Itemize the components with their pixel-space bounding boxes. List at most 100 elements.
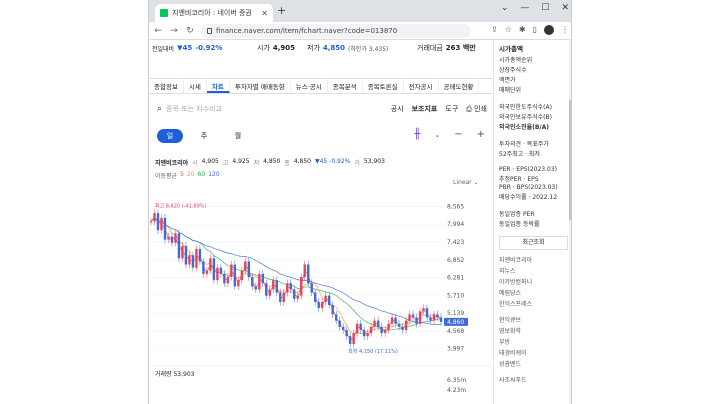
recent-item[interactable]: 태경비케이 xyxy=(494,347,571,358)
candle-body xyxy=(327,295,331,306)
tab-title: 지엔비코리아 : 네이버 증권 xyxy=(172,9,252,17)
candle-body xyxy=(195,248,198,268)
subnav-item[interactable]: 종목분석 xyxy=(328,79,363,93)
info-row: 외국인한도주식수(A) xyxy=(499,104,552,111)
subnav-item[interactable]: 시세 xyxy=(184,79,207,93)
subnav-item[interactable]: 뉴스·공시 xyxy=(291,79,328,93)
recent-item[interactable]: 현익큐브 xyxy=(494,314,571,325)
low-box: 저가 4,850 (하한가 3,435) xyxy=(307,43,417,53)
candle-body xyxy=(205,270,209,274)
y-tick-label: 6,852 xyxy=(447,257,464,264)
recent-item[interactable]: 부방 xyxy=(494,336,571,347)
period-row: 일 주 월 ╫ ⌄ − + xyxy=(149,128,493,144)
candle-body xyxy=(359,323,362,330)
recent-item[interactable]: 지엔비코리아 xyxy=(494,254,571,265)
close-tab-icon[interactable]: ✕ xyxy=(261,9,268,18)
recent-item[interactable]: 지누스 xyxy=(494,265,571,276)
ma-20: 20 xyxy=(186,171,195,178)
compare-search[interactable]: ⌕ 종목 또는 지수비교 xyxy=(157,104,391,114)
recent-item[interactable]: 아가방컴퍼니 xyxy=(494,276,571,287)
subnav-item[interactable]: 전자공시 xyxy=(404,79,439,93)
tool-indicators[interactable]: 보조지표 xyxy=(412,104,438,114)
candle-body xyxy=(181,245,184,259)
subnav-item[interactable]: 종합정보 xyxy=(149,79,184,93)
browser-tab[interactable]: 지엔비코리아 : 네이버 증권 ✕ xyxy=(155,4,273,22)
window-controls: ⌄ — ☐ ✕ xyxy=(501,3,569,13)
chevron-down-icon[interactable]: ⌄ xyxy=(434,131,440,139)
maximize-icon[interactable]: ☐ xyxy=(541,3,549,13)
profile-avatar[interactable] xyxy=(544,25,554,35)
sector-section: 동일업종 PER 동일업종 등락률 xyxy=(494,205,571,232)
candle-body xyxy=(300,277,303,296)
subnav-item[interactable]: 공매도현황 xyxy=(439,79,480,93)
period-week[interactable]: 주 xyxy=(191,129,217,143)
page-content: 전일대비 ▼45 -0.92% 시가 4,905 저가 4,850 (하한가 3… xyxy=(149,40,571,404)
sidebar-icon[interactable]: ▯ xyxy=(533,25,537,35)
scrollbar[interactable] xyxy=(569,40,571,404)
tool-drawing[interactable]: 도구 xyxy=(445,104,458,114)
candle-body xyxy=(251,277,254,287)
recent-title: 최근조회 xyxy=(499,236,568,250)
volume-tick-label: 6.35m xyxy=(447,377,466,384)
candle-body xyxy=(314,292,317,302)
scale-select[interactable]: Linear ⌄ xyxy=(453,179,479,186)
extensions-icon[interactable]: ✱ xyxy=(519,25,526,35)
bookmark-star-icon[interactable]: ☆ xyxy=(505,25,512,35)
low-limit: (하한가 3,435) xyxy=(348,45,389,53)
candle-body xyxy=(397,323,401,327)
foreign-section: 외국인한도주식수(A) 외국인보유주식수(B) 외국인소진율(B/A) xyxy=(494,98,571,135)
candle-body xyxy=(401,326,404,330)
menu-icon[interactable]: ⋮ xyxy=(561,25,569,35)
forward-icon[interactable]: → xyxy=(169,26,179,36)
share-icon[interactable]: ⇪ xyxy=(491,25,498,35)
subnav-item[interactable]: 투자자별 매매동향 xyxy=(230,79,291,93)
address-bar[interactable]: finance.naver.com/item/fchart.naver?code… xyxy=(201,24,471,38)
period-month[interactable]: 월 xyxy=(225,129,251,143)
candle-body xyxy=(265,283,268,296)
candle-body xyxy=(380,326,383,334)
search-input[interactable]: 종목 또는 지수비교 xyxy=(166,104,222,114)
candle-body xyxy=(321,301,324,309)
candle-body xyxy=(425,308,429,318)
candle-body xyxy=(156,213,160,231)
open-box: 시가 4,905 xyxy=(257,43,307,53)
price-chart[interactable]: 8,565 7,994 7,423 6,852 6,281 5,710 5,139 4,568… xyxy=(149,190,493,404)
recent-item[interactable]: 사조씨푸드 xyxy=(494,374,571,385)
back-icon[interactable]: ← xyxy=(153,26,163,36)
tool-disclosure[interactable]: 공시 xyxy=(391,104,404,114)
info-row: 투자의견 · 목표주가 xyxy=(499,141,549,148)
candle-body xyxy=(153,213,156,222)
period-day[interactable]: 일 xyxy=(157,129,183,143)
recent-item[interactable]: 한익스프레스 xyxy=(494,298,571,309)
info-row: PER · EPS(2023.03) xyxy=(499,166,558,173)
toolbar-icons: ⇪ ☆ ✱ ▯ ⋮ xyxy=(491,25,569,35)
recent-item[interactable]: 예림당스 xyxy=(494,287,571,298)
scrollbar-thumb[interactable] xyxy=(569,100,571,220)
print-button[interactable]: ⎙ 인쇄 xyxy=(466,104,487,114)
subnav-item[interactable]: 차트 xyxy=(206,79,230,93)
zoom-in-icon[interactable]: + xyxy=(477,129,485,140)
amount-value: 263 백만 xyxy=(445,44,476,52)
candle-body xyxy=(282,292,285,302)
recent-item[interactable]: 성광벤드 xyxy=(494,358,571,369)
zoom-out-icon[interactable]: − xyxy=(454,129,462,140)
info-row: 액면가 xyxy=(499,77,516,84)
candle-body xyxy=(317,301,320,309)
recent-item[interactable]: 영보화학 xyxy=(494,325,571,336)
quote-summary: 전일대비 ▼45 -0.92% 시가 4,905 저가 4,850 (하한가 3… xyxy=(149,40,493,56)
subnav-item[interactable]: 종목토론실 xyxy=(363,79,404,93)
candle-body xyxy=(369,326,373,334)
amount-box: 거래대금 263 백만 xyxy=(417,43,476,53)
new-tab-icon[interactable]: + xyxy=(277,4,286,17)
minimize-icon[interactable]: — xyxy=(520,3,529,13)
candle-body xyxy=(160,217,163,231)
candlestick-icon[interactable]: ╫ xyxy=(414,129,420,140)
search-icon: ⌕ xyxy=(157,104,163,114)
candle-body xyxy=(362,329,366,337)
candle-body xyxy=(279,292,282,302)
candle-body xyxy=(163,217,167,240)
close-window-icon[interactable]: ✕ xyxy=(561,3,569,13)
reload-icon[interactable]: ↻ xyxy=(185,26,195,36)
y-tick-label: 4,568 xyxy=(447,328,464,335)
chevron-down-icon[interactable]: ⌄ xyxy=(501,3,509,13)
